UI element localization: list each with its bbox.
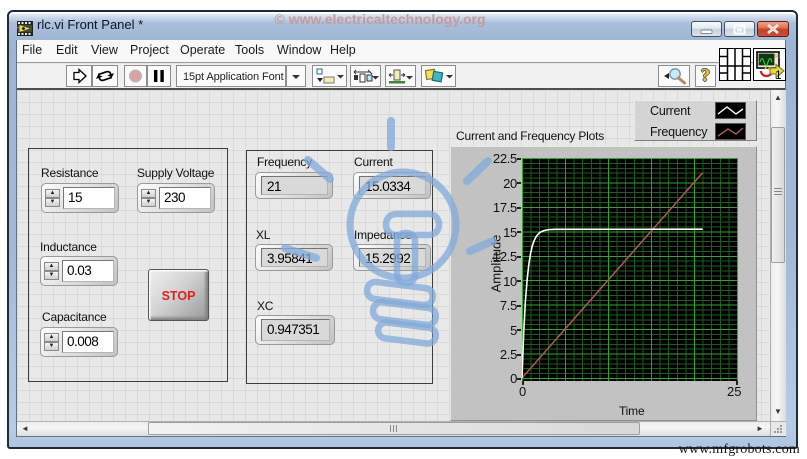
svg-text:1: 1 xyxy=(775,68,782,80)
svg-text:60: 60 xyxy=(775,54,781,60)
